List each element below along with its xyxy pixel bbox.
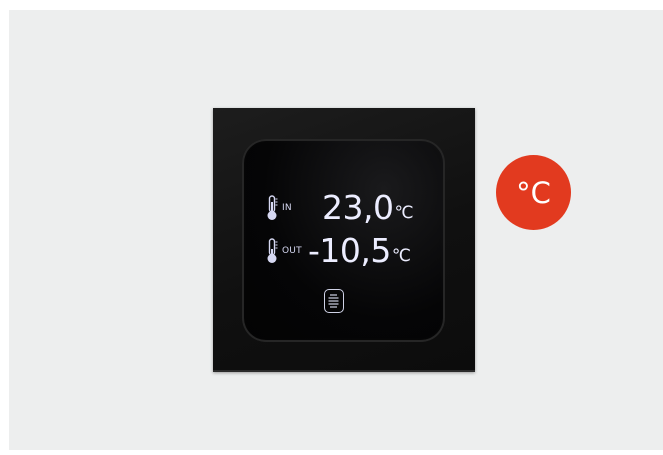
outdoor-temperature-unit: ℃ xyxy=(391,246,411,266)
indoor-label: IN xyxy=(282,202,292,213)
product-photo: IN 23,0 ℃ OUT -10,5 ℃ °C xyxy=(9,10,663,450)
thermometer-icon xyxy=(267,237,278,263)
indoor-temperature-value: 23,0 xyxy=(322,188,394,227)
celsius-badge: °C xyxy=(496,155,571,230)
menu-lines-icon xyxy=(328,294,339,308)
thermometer-icon xyxy=(267,194,278,220)
outdoor-temperature-row: OUT -10,5 ℃ xyxy=(265,234,411,267)
thermostat-frame: IN 23,0 ℃ OUT -10,5 ℃ xyxy=(213,108,475,372)
outdoor-temperature-value: -10,5 xyxy=(308,231,391,270)
menu-button[interactable] xyxy=(324,289,344,313)
indoor-temperature-unit: ℃ xyxy=(394,203,414,223)
outdoor-label: OUT xyxy=(282,245,302,256)
indoor-temperature-row: IN 23,0 ℃ xyxy=(265,191,414,224)
thermostat-display: IN 23,0 ℃ OUT -10,5 ℃ xyxy=(242,139,445,342)
